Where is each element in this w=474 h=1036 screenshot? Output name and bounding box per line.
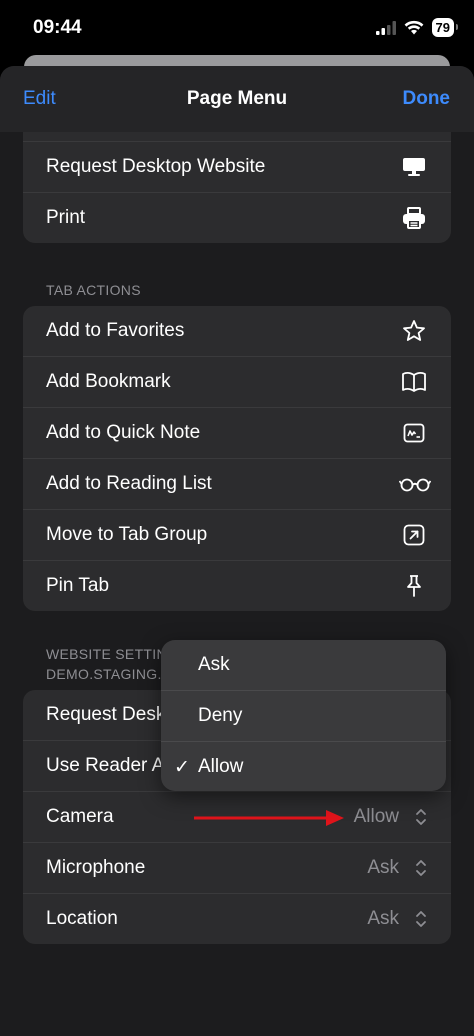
popup-option-ask[interactable]: Ask xyxy=(161,640,446,691)
checkmark-icon: ✓ xyxy=(174,757,190,778)
move-to-tab-group-row[interactable]: Move to Tab Group xyxy=(23,510,451,561)
website-domain-header: DEMO.STAGING. xyxy=(46,666,162,682)
quick-note-icon xyxy=(401,421,427,445)
add-to-reading-list-row[interactable]: Add to Reading List xyxy=(23,459,451,510)
wifi-icon xyxy=(404,20,423,35)
microphone-setting-row[interactable]: Microphone Ask xyxy=(23,843,451,894)
status-bar: 09:44 79 xyxy=(0,0,474,56)
location-setting-row[interactable]: Location Ask xyxy=(23,894,451,944)
tab-actions-group: Add to Favorites Add Bookmark Add to Qui… xyxy=(23,306,451,611)
row-label: Request Desktop Website xyxy=(46,156,266,177)
done-button[interactable]: Done xyxy=(403,88,451,110)
print-row[interactable]: Print xyxy=(23,193,451,243)
popup-option-deny[interactable]: Deny xyxy=(161,691,446,742)
row-label: Use Reader A xyxy=(46,755,165,776)
camera-value[interactable]: Allow xyxy=(354,806,399,828)
website-settings-header: WEBSITE SETTIN xyxy=(46,646,167,662)
row-label: Request Desk xyxy=(46,704,166,725)
row-label: Add to Reading List xyxy=(46,473,212,494)
desktop-icon xyxy=(401,155,427,179)
row-label: Pin Tab xyxy=(46,575,110,596)
option-label: Allow xyxy=(198,756,244,777)
status-icons: 79 xyxy=(375,18,459,37)
permission-popup-menu: Ask Deny ✓ Allow xyxy=(161,640,446,791)
row-label: Microphone xyxy=(46,857,146,878)
pin-tab-row[interactable]: Pin Tab xyxy=(23,561,451,611)
row-label: Camera xyxy=(46,806,114,827)
page-menu-sheet: Edit Page Menu Done Request Desktop Webs… xyxy=(0,66,474,1036)
location-value[interactable]: Ask xyxy=(367,908,399,930)
printer-icon xyxy=(401,206,427,230)
row-label: Add to Favorites xyxy=(46,320,185,341)
navigation-bar: Edit Page Menu Done xyxy=(0,66,474,132)
glasses-icon xyxy=(399,472,431,496)
request-desktop-website-row[interactable]: Request Desktop Website xyxy=(23,142,451,193)
row-label: Add to Quick Note xyxy=(46,422,201,443)
popup-option-allow[interactable]: ✓ Allow xyxy=(161,742,446,791)
pin-icon xyxy=(401,574,427,598)
book-icon xyxy=(401,370,427,394)
star-icon xyxy=(401,319,427,343)
row-label: Move to Tab Group xyxy=(46,524,208,545)
row-label: Print xyxy=(46,207,86,228)
up-down-chevron-icon xyxy=(416,860,426,876)
up-down-chevron-icon xyxy=(416,911,426,927)
microphone-value[interactable]: Ask xyxy=(367,857,399,879)
battery-indicator: 79 xyxy=(431,18,459,37)
option-label: Ask xyxy=(198,654,230,675)
arrow-up-right-box-icon xyxy=(401,523,427,547)
add-to-quick-note-row[interactable]: Add to Quick Note xyxy=(23,408,451,459)
status-time: 09:44 xyxy=(33,17,82,38)
row-label: Location xyxy=(46,908,118,929)
add-bookmark-row[interactable]: Add Bookmark xyxy=(23,357,451,408)
red-arrow-icon xyxy=(194,810,344,826)
cellular-signal-icon xyxy=(375,20,396,35)
up-down-chevron-icon xyxy=(416,809,426,825)
tab-actions-header: TAB ACTIONS xyxy=(46,282,141,298)
option-label: Deny xyxy=(198,705,243,726)
add-to-favorites-row[interactable]: Add to Favorites xyxy=(23,306,451,357)
top-actions-group: Request Desktop Website Print xyxy=(23,117,451,243)
row-label: Add Bookmark xyxy=(46,371,171,392)
